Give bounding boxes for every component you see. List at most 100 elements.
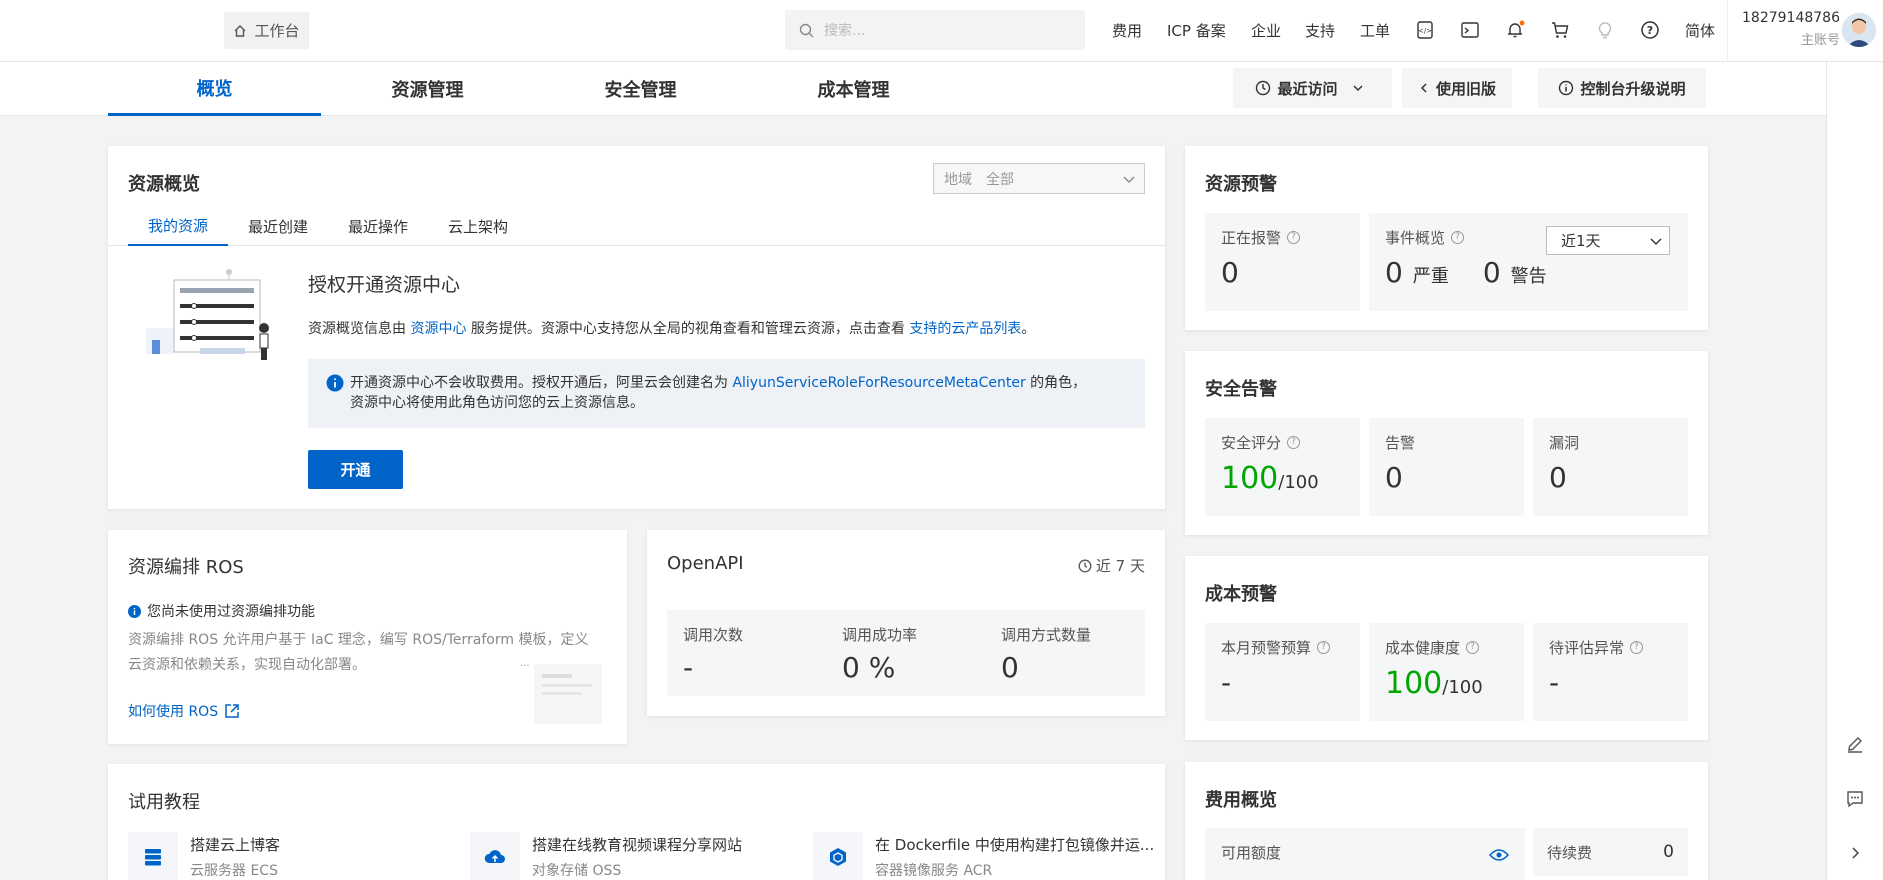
chevron-down-icon	[1650, 238, 1662, 245]
resource-center-link[interactable]: 资源中心	[410, 321, 466, 337]
vulnerability-stat: 漏洞 0	[1533, 418, 1688, 516]
openapi-stat-success-rate: 调用成功率 0 %	[842, 624, 917, 684]
help-icon[interactable]: ?	[1287, 436, 1301, 449]
main-tabbar: 概览 资源管理 安全管理 成本管理 最近访问 使用旧版 控制台升级说明	[0, 62, 1826, 116]
cart-icon[interactable]	[1549, 19, 1571, 41]
nav-link-ticket[interactable]: 工单	[1360, 20, 1390, 41]
openapi-period-text: 近 7 天	[1095, 557, 1145, 575]
account-info[interactable]: 18279148786 主账号	[1727, 0, 1840, 60]
nav-link-support[interactable]: 支持	[1305, 20, 1335, 41]
score-total: /100	[1278, 472, 1319, 493]
terminal-icon[interactable]	[1459, 19, 1481, 41]
notice-suffix: 的角色，	[1030, 375, 1087, 391]
tab-overview[interactable]: 概览	[108, 62, 321, 116]
supported-products-link[interactable]: 支持的云产品列表	[909, 321, 1021, 337]
alert-label: 告警	[1385, 434, 1416, 452]
security-alert-title: 安全告警	[1205, 379, 1277, 400]
tutorial-title: 搭建在线教育视频课程分享网站	[532, 836, 743, 854]
health: 100/100	[1385, 666, 1508, 701]
help-icon[interactable]: ?	[1630, 641, 1644, 654]
event-counts: 0 严重 0 警告	[1385, 256, 1672, 289]
old-version-label: 使用旧版	[1435, 79, 1496, 98]
available-label: 可用额度	[1221, 844, 1282, 862]
lightbulb-icon[interactable]	[1594, 19, 1616, 41]
info-icon	[326, 374, 344, 392]
subtab-my-resources[interactable]: 我的资源	[128, 206, 228, 246]
resource-alert-card: 资源预警 正在报警? 0 事件概览? 近1天 0 严重 0 警告	[1185, 146, 1708, 330]
nav-link-enterprise[interactable]: 企业	[1251, 20, 1281, 41]
nav-link-fees[interactable]: 费用	[1112, 20, 1142, 41]
nav-link-icp[interactable]: ICP 备案	[1167, 20, 1226, 41]
cost-alert-card: 成本预警 本月预警预算? - 成本健康度? 100/100 待评估异常? -	[1185, 556, 1708, 740]
how-to-use-ros-link[interactable]: 如何使用 ROS	[128, 701, 240, 721]
info-icon	[1559, 80, 1574, 96]
help-icon[interactable]: ?	[1287, 231, 1301, 244]
notice-line2: 资源中心将使用此角色访问您的云上资源信息。	[350, 395, 644, 411]
clock-icon	[1256, 80, 1271, 96]
pending-renewal-stat: 待续费 0	[1533, 828, 1688, 876]
tab-cost-management[interactable]: 成本管理	[747, 62, 960, 116]
region-select[interactable]: 地域 全部	[933, 163, 1145, 194]
service-role-link[interactable]: AliyunServiceRoleForResourceMetaCenter	[732, 375, 1025, 391]
resource-center-illustration	[144, 268, 279, 372]
help-icon[interactable]: ?	[1466, 641, 1480, 654]
tab-resource-management[interactable]: 资源管理	[321, 62, 534, 116]
ros-illustration: ...	[508, 658, 608, 728]
recent-visits-label: 最近访问	[1277, 79, 1338, 98]
period-value: 近1天	[1561, 232, 1601, 250]
subtab-recent-created[interactable]: 最近创建	[228, 206, 328, 246]
region-label: 地域	[944, 171, 972, 188]
chevron-right-icon[interactable]	[1847, 845, 1863, 865]
stat-value: -	[683, 651, 694, 684]
severe-label: 严重	[1412, 266, 1449, 287]
pending-label: 待续费	[1547, 843, 1593, 862]
events-label: 事件概览	[1385, 229, 1446, 247]
search-placeholder: 搜索...	[824, 23, 866, 39]
openapi-title: OpenAPI	[667, 553, 744, 574]
resource-overview-title: 资源概览	[128, 174, 200, 195]
tab-security-management[interactable]: 安全管理	[534, 62, 747, 116]
tutorial-title: 在 Dockerfile 中使用构建打包镜像并运...	[875, 836, 1155, 854]
search-input[interactable]: 搜索...	[785, 10, 1085, 50]
health-value: 100	[1385, 666, 1443, 701]
alarming-label: 正在报警	[1221, 229, 1282, 247]
upgrade-info-button[interactable]: 控制台升级说明	[1538, 68, 1706, 108]
old-version-button[interactable]: 使用旧版	[1402, 68, 1512, 108]
eye-icon[interactable]	[1489, 848, 1509, 862]
subtab-cloud-architecture[interactable]: 云上架构	[428, 206, 528, 246]
avatar[interactable]	[1842, 13, 1876, 47]
api-icon[interactable]: </>	[1414, 19, 1436, 41]
desc-prefix: 资源概览信息由	[308, 321, 406, 337]
health-total: /100	[1442, 677, 1483, 698]
chat-icon[interactable]	[1845, 789, 1865, 813]
home-icon	[234, 24, 246, 37]
tutorial-item[interactable]: 搭建在线教育视频课程分享网站 对象存储 OSS	[470, 832, 790, 880]
help-icon[interactable]: ?	[1317, 641, 1331, 654]
tutorials-title: 试用教程	[128, 792, 200, 813]
search-icon	[799, 23, 814, 37]
tutorial-item[interactable]: 搭建云上博客 云服务器 ECS	[128, 832, 448, 880]
clock-icon	[1078, 559, 1092, 572]
workbench-button[interactable]: 工作台	[224, 12, 309, 49]
score-value: 100	[1221, 461, 1279, 496]
budget-value: -	[1221, 666, 1232, 699]
notice-prefix: 开通资源中心不会收取费用。授权开通后，阿里云会创建名为	[350, 375, 728, 391]
activate-button[interactable]: 开通	[308, 450, 403, 489]
help-icon[interactable]: ?	[1639, 19, 1661, 41]
security-score-stat: 安全评分? 100/100	[1205, 418, 1360, 516]
period-select[interactable]: 近1天	[1546, 226, 1670, 255]
bell-icon[interactable]	[1504, 19, 1526, 41]
language-switch[interactable]: 简体	[1685, 20, 1715, 41]
health-label: 成本健康度	[1385, 639, 1461, 657]
tutorials-card: 试用教程 搭建云上博客 云服务器 ECS 搭建在线教育视频课程分享网站 对象存储…	[108, 764, 1165, 880]
score: 100/100	[1221, 461, 1344, 496]
help-icon[interactable]: ?	[1451, 231, 1465, 244]
server-icon	[128, 832, 178, 880]
security-alert-stat: 告警 0	[1369, 418, 1524, 516]
subtab-recent-operations[interactable]: 最近操作	[328, 206, 428, 246]
edit-icon[interactable]	[1845, 734, 1865, 758]
recent-visits-button[interactable]: 最近访问	[1233, 68, 1392, 108]
alert-value: 0	[1385, 461, 1403, 494]
anomaly-label: 待评估异常	[1549, 639, 1625, 657]
tutorial-item[interactable]: 在 Dockerfile 中使用构建打包镜像并运... 容器镜像服务 ACR	[813, 832, 1155, 880]
